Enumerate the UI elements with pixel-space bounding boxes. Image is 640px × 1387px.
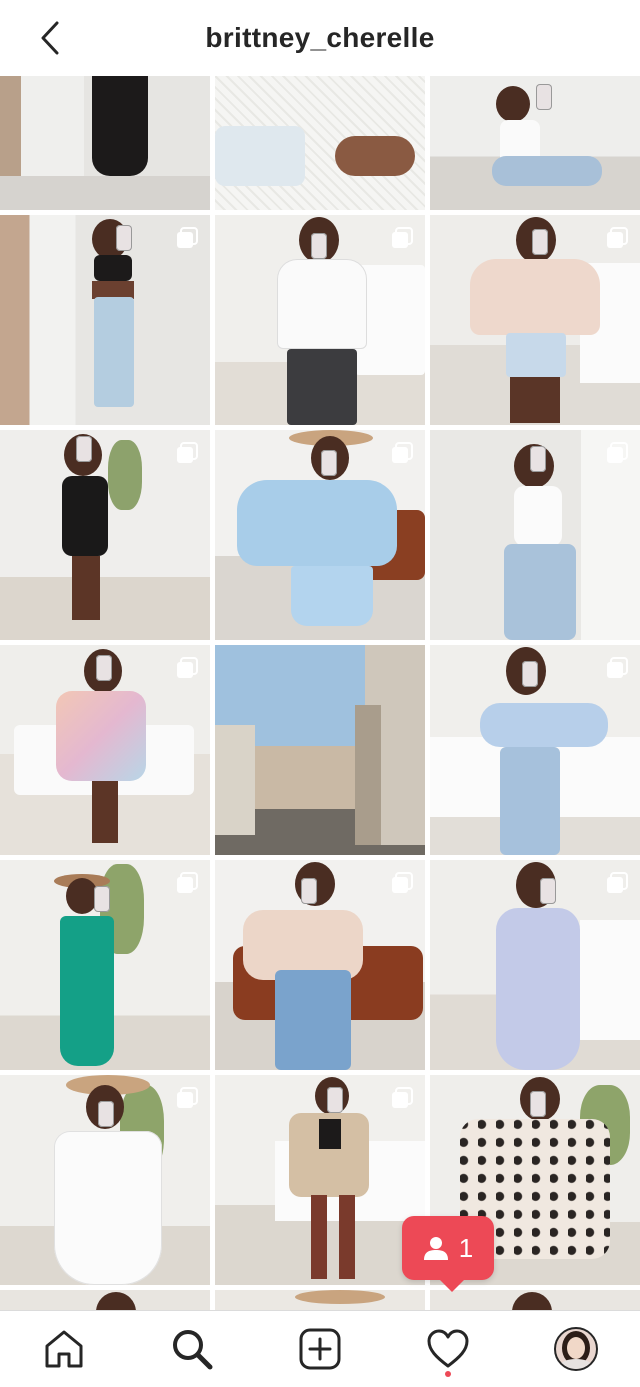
multiple-posts-icon — [391, 1087, 413, 1109]
post-black-crop-top-jeans[interactable] — [0, 215, 210, 425]
tab-home[interactable] — [32, 1317, 96, 1381]
search-icon — [173, 1330, 213, 1370]
multiple-posts-icon — [176, 1087, 198, 1109]
notification-count: 1 — [458, 1232, 474, 1263]
profile-username-title: brittney_cherelle — [205, 22, 435, 53]
post-white-peplum-top[interactable] — [215, 215, 425, 425]
multiple-posts-icon — [606, 657, 628, 679]
post-blue-romper-hat[interactable] — [215, 430, 425, 640]
chevron-left-icon — [41, 21, 59, 55]
post-floral-wrap-dress[interactable] — [0, 645, 210, 855]
multiple-posts-icon — [606, 872, 628, 894]
post-pink-sweater-jeans[interactable] — [215, 860, 425, 1070]
post-partial-2[interactable] — [215, 1290, 425, 1310]
multiple-posts-icon — [176, 227, 198, 249]
tab-activity[interactable] — [416, 1317, 480, 1381]
post-blue-off-shoulder-top[interactable] — [430, 645, 640, 855]
post-white-sundress-hat[interactable] — [0, 1075, 210, 1285]
post-partial-1[interactable] — [0, 1290, 210, 1310]
tab-search[interactable] — [160, 1317, 224, 1381]
multiple-posts-icon — [176, 872, 198, 894]
post-white-tank-jeans-sitting[interactable] — [430, 76, 640, 210]
post-partial-3[interactable] — [430, 1290, 640, 1310]
activity-notification-bubble[interactable]: 1 — [402, 1216, 494, 1292]
multiple-posts-icon — [391, 227, 413, 249]
multiple-posts-icon — [606, 442, 628, 464]
back-button[interactable] — [30, 18, 70, 58]
post-white-bodysuit-jeans[interactable] — [430, 430, 640, 640]
post-white-knit-sleeve[interactable] — [215, 76, 425, 210]
post-street-view[interactable] — [215, 645, 425, 855]
multiple-posts-icon — [391, 442, 413, 464]
activity-indicator-dot — [445, 1371, 451, 1377]
heart-icon — [427, 1329, 469, 1368]
post-green-maxi-dress[interactable] — [0, 860, 210, 1070]
tab-new-post[interactable] — [288, 1317, 352, 1381]
post-blazer-boots[interactable] — [215, 1075, 425, 1285]
multiple-posts-icon — [176, 442, 198, 464]
bottom-tab-bar — [0, 1310, 640, 1387]
multiple-posts-icon — [391, 872, 413, 894]
post-black-mini-dress[interactable] — [0, 430, 210, 640]
post-lavender-floral-dress[interactable] — [430, 860, 640, 1070]
posts-grid — [0, 76, 640, 1310]
post-black-skirt[interactable] — [0, 76, 210, 210]
add-post-icon — [299, 1328, 341, 1370]
tab-profile[interactable] — [544, 1317, 608, 1381]
home-icon — [45, 1330, 83, 1368]
multiple-posts-icon — [606, 227, 628, 249]
post-pink-cardigan-shorts[interactable] — [430, 215, 640, 425]
person-icon — [423, 1237, 448, 1260]
multiple-posts-icon — [176, 657, 198, 679]
profile-avatar — [554, 1327, 598, 1371]
top-bar: brittney_cherelle — [0, 0, 640, 76]
